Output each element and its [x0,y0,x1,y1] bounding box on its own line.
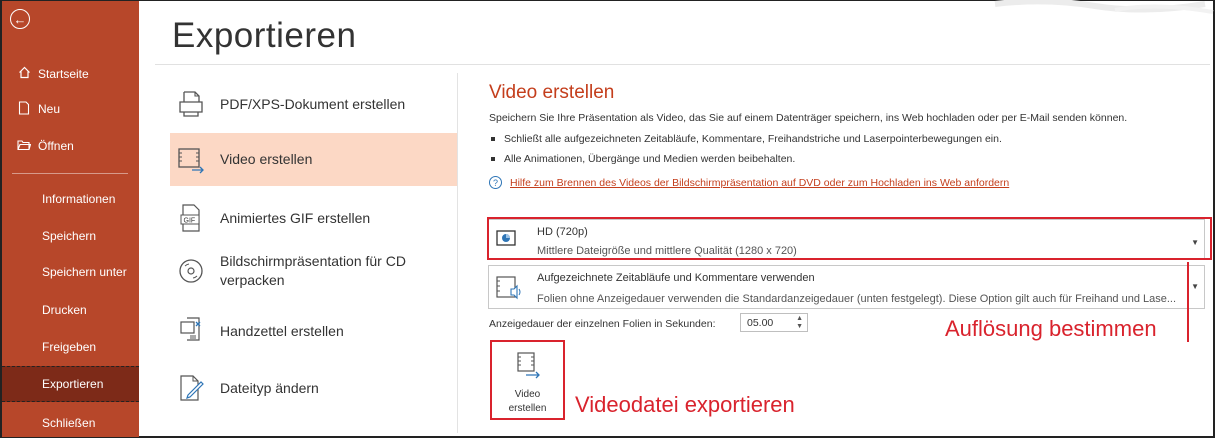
sidebar-item-startseite[interactable]: Startseite [2,56,139,92]
title-divider [155,64,1210,65]
option-animiertes-gif[interactable]: GIF Animiertes GIF erstellen [170,198,457,238]
spinner-arrows-icon[interactable]: ▲ ▼ [796,315,803,331]
sidebar-item-label: Startseite [38,67,89,81]
folder-open-icon [16,139,32,154]
sidebar-item-label: Drucken [42,303,87,317]
option-handzettel[interactable]: Handzettel erstellen [170,309,457,353]
recorded-timing-icon [495,274,523,307]
create-video-label: Video erstellen [509,388,547,416]
sidebar-item-schliessen[interactable]: Schließen [2,405,139,438]
new-document-icon [16,100,32,118]
chevron-down-icon: ▼ [1191,282,1199,291]
annotation-resolution: Auflösung bestimmen [945,316,1157,341]
sidebar-item-freigeben[interactable]: Freigeben [2,329,139,365]
sidebar-item-oeffnen[interactable]: Öffnen [2,128,139,164]
pdf-document-icon [174,87,208,121]
video-film-icon [513,351,543,384]
svg-text:GIF: GIF [184,218,196,225]
gif-file-icon: GIF [174,201,208,235]
option-video-erstellen[interactable]: Video erstellen [170,133,457,186]
help-link[interactable]: Hilfe zum Brennen des Videos der Bildsch… [510,177,1009,189]
bullet-item: Schließt alle aufgezeichneten Zeitabläuf… [491,133,1002,145]
timing-subtitle: Folien ohne Anzeigedauer verwenden die S… [537,293,1177,305]
sidebar-item-label: Schließen [42,416,96,430]
back-arrow-icon[interactable]: ← [10,9,30,29]
duration-label: Anzeigedauer der einzelnen Folien in Sek… [489,318,716,330]
sidebar-item-exportieren[interactable]: Exportieren [2,366,139,402]
page-title: Exportieren [172,16,357,55]
bullet-text: Alle Animationen, Übergänge und Medien w… [504,153,796,165]
option-label: Bildschirmpräsentation für CD verpacken [220,252,406,290]
sidebar-item-label: Speichern unter [42,265,127,279]
home-icon [16,66,32,82]
bullet-text: Schließt alle aufgezeichneten Zeitabläuf… [504,133,1002,145]
pane-description: Speichern Sie Ihre Präsentation als Vide… [489,112,1128,124]
cd-disc-icon [174,254,208,288]
create-video-button[interactable]: Video erstellen [490,340,565,420]
bullet-item: Alle Animationen, Übergänge und Medien w… [491,153,795,165]
resolution-highlight-box [487,217,1212,260]
sidebar-item-label: Speichern [42,229,97,243]
sidebar-divider [12,173,128,174]
option-dateityp-aendern[interactable]: Dateityp ändern [170,366,457,410]
background-pattern-decoration [994,0,1214,14]
video-film-icon [174,143,208,177]
option-cd-verpacken[interactable]: Bildschirmpräsentation für CD verpacken [170,248,457,294]
option-label: PDF/XPS-Dokument erstellen [220,95,406,112]
duration-spinner[interactable]: 05.00 ▲ ▼ [740,313,808,332]
pane-title: Video erstellen [489,82,615,103]
sidebar-item-label: Freigeben [42,340,97,354]
option-label-line1: Bildschirmpräsentation für CD [220,253,406,269]
sidebar-item-label: Öffnen [38,139,74,153]
column-divider [457,73,458,433]
option-label: Animiertes GIF erstellen [220,209,371,226]
timing-title: Aufgezeichnete Zeitabläufe und Kommentar… [537,272,815,284]
backstage-sidebar: ← Startseite Neu Öffnen Informationen Sp… [2,1,139,437]
option-pdf-xps[interactable]: PDF/XPS-Dokument erstellen [170,84,457,124]
sidebar-item-label: Exportieren [42,377,104,391]
handout-icon [174,314,208,348]
create-video-label-line1: Video [514,389,541,400]
sidebar-item-label: Informationen [42,192,116,206]
change-file-type-icon [174,371,208,405]
sidebar-item-label: Neu [38,102,61,116]
help-link-row: ? Hilfe zum Brennen des Videos der Bilds… [489,176,1009,189]
create-video-label-line2: erstellen [508,403,547,414]
annotation-connector-line [1187,262,1189,342]
sidebar-item-speichern-unter[interactable]: Speichern unter [2,254,139,290]
annotation-export: Videodatei exportieren [575,392,795,417]
option-label-line2: verpacken [220,272,285,288]
help-question-icon: ? [489,176,502,189]
option-label: Dateityp ändern [220,379,319,396]
sidebar-item-speichern[interactable]: Speichern [2,218,139,254]
sidebar-item-neu[interactable]: Neu [2,91,139,127]
duration-value: 05.00 [747,317,774,329]
sidebar-item-drucken[interactable]: Drucken [2,292,139,328]
option-label: Video erstellen [220,151,313,167]
sidebar-item-informationen[interactable]: Informationen [2,181,139,217]
option-label: Handzettel erstellen [220,322,344,339]
timing-dropdown[interactable]: Aufgezeichnete Zeitabläufe und Kommentar… [488,265,1205,309]
